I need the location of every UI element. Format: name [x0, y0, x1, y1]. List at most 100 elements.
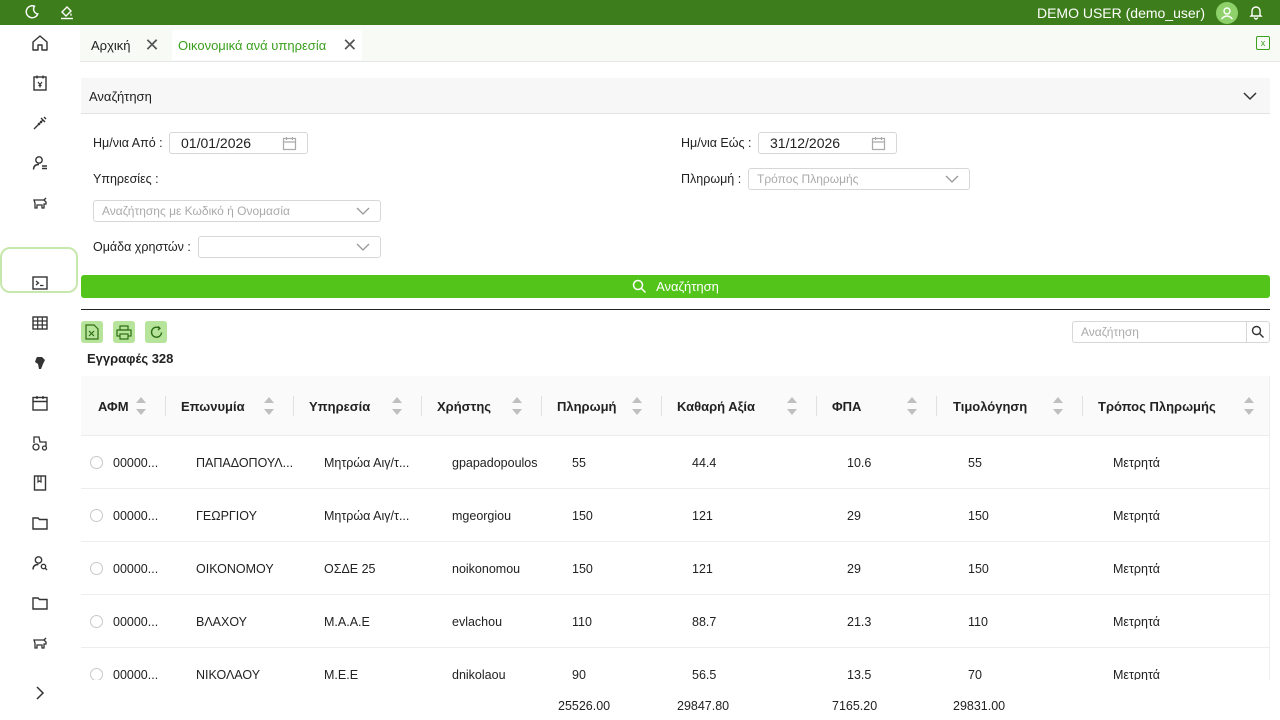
- paint-bucket-icon[interactable]: [58, 3, 76, 21]
- sidebar-item-users[interactable]: [0, 143, 80, 183]
- sidebar-item-folder[interactable]: [0, 503, 80, 543]
- sidebar-item-livestock-2[interactable]: [0, 623, 80, 663]
- chevron-down-icon[interactable]: [1242, 88, 1258, 107]
- grid-search-input[interactable]: [1073, 322, 1246, 342]
- sort-icon[interactable]: [906, 394, 918, 418]
- sidebar-expand-button[interactable]: [0, 673, 80, 713]
- refresh-button[interactable]: [145, 321, 167, 343]
- divider: [81, 309, 1270, 310]
- table-row[interactable]: 00000... ΝΙΚΟΛΑΟΥ Μ.Ε.Ε dnikolaou 90 56.…: [81, 648, 1269, 681]
- usergroup-select[interactable]: [198, 236, 381, 258]
- chevron-down-icon[interactable]: [356, 204, 370, 221]
- row-select-radio[interactable]: [90, 615, 103, 628]
- payment-select[interactable]: Τρόπος Πληρωμής: [748, 168, 970, 190]
- excel-icon[interactable]: x: [1256, 36, 1270, 50]
- cell-afm: 00000...: [113, 508, 159, 523]
- tab-home[interactable]: Αρχική ✕: [86, 30, 170, 60]
- row-select-radio[interactable]: [90, 509, 103, 522]
- sort-icon[interactable]: [511, 394, 523, 418]
- date-to-field[interactable]: 31/12/2026: [758, 132, 897, 154]
- row-select-radio[interactable]: [90, 562, 103, 575]
- cell-vat: 21.3: [847, 614, 872, 629]
- services-select[interactable]: Αναζήτησης με Κωδικό ή Ονομασία: [93, 200, 381, 222]
- terminal-icon: [32, 276, 48, 290]
- records-count: Εγγραφές 328: [87, 351, 174, 366]
- table-row[interactable]: 00000... ΒΛΑΧΟΥ Μ.Α.Α.Ε evlachou 110 88.…: [81, 595, 1269, 648]
- column-header-afm[interactable]: ΑΦΜ: [98, 376, 129, 436]
- chevron-down-icon[interactable]: [356, 240, 370, 257]
- sidebar-item-machinery[interactable]: [0, 423, 80, 463]
- sort-icon[interactable]: [391, 394, 403, 418]
- cell-service: ΟΣΔΕ 25: [324, 561, 376, 576]
- cell-invoicing: 70: [968, 667, 982, 681]
- export-excel-button[interactable]: [81, 321, 103, 343]
- cell-invoicing: 110: [968, 614, 988, 629]
- table-row[interactable]: 00000... ΟΙΚΟΝΟΜΟΥ ΟΣΔΕ 25 noikonomou 15…: [81, 542, 1269, 595]
- sort-icon[interactable]: [631, 394, 643, 418]
- sidebar-item-tables[interactable]: [0, 303, 80, 343]
- date-from-field[interactable]: 01/01/2026: [169, 132, 308, 154]
- cell-payment-method: Μετρητά: [1113, 614, 1160, 629]
- column-header-payment-method[interactable]: Τρόπος Πληρωμής: [1098, 376, 1216, 436]
- cell-afm: 00000...: [113, 614, 159, 629]
- sort-icon[interactable]: [135, 394, 147, 418]
- sidebar-item-home[interactable]: [0, 23, 80, 63]
- cell-service: Μητρώα Αιγ/τ...: [324, 508, 410, 523]
- cell-payment-method: Μετρητά: [1113, 508, 1160, 523]
- sort-icon[interactable]: [1243, 394, 1255, 418]
- sidebar-item-console[interactable]: [0, 263, 80, 303]
- book-icon: [33, 475, 47, 491]
- cell-service: Μητρώα Αιγ/τ...: [324, 455, 410, 470]
- column-header-name[interactable]: Επωνυμία: [181, 376, 245, 436]
- user-name[interactable]: DEMO USER (demo_user): [1037, 5, 1205, 21]
- column-header-payment[interactable]: Πληρωμή: [557, 376, 616, 436]
- print-button[interactable]: [113, 321, 135, 343]
- cell-payment: 55: [572, 455, 586, 470]
- cell-user: noikonomou: [452, 561, 521, 576]
- services-placeholder: Αναζήτησης με Κωδικό ή Ονομασία: [102, 204, 290, 218]
- close-icon[interactable]: ✕: [342, 35, 357, 56]
- close-icon[interactable]: ✕: [145, 35, 160, 56]
- table-row[interactable]: 00000... ΠΑΠΑΔΟΠΟΥΛ... Μητρώα Αιγ/τ... g…: [81, 436, 1269, 489]
- sidebar-item-map[interactable]: [0, 343, 80, 383]
- grid-search-button[interactable]: [1246, 321, 1270, 343]
- payment-label: Πληρωμή :: [681, 172, 742, 186]
- column-header-net-value[interactable]: Καθαρή Αξία: [677, 376, 755, 436]
- sidebar-item-blank[interactable]: [0, 223, 80, 263]
- sort-icon[interactable]: [786, 394, 798, 418]
- column-header-invoicing[interactable]: Τιμολόγηση: [953, 376, 1027, 436]
- tab-finance-by-service[interactable]: Οικονομικά ανά υπηρεσία ✕: [172, 30, 362, 60]
- search-button-label: Αναζήτηση: [656, 279, 719, 294]
- column-header-vat[interactable]: ΦΠΑ: [832, 376, 861, 436]
- cell-vat: 29: [847, 561, 861, 576]
- sidebar-item-user-search[interactable]: [0, 543, 80, 583]
- cell-vat: 10.6: [847, 455, 872, 470]
- calendar-icon[interactable]: [871, 136, 886, 154]
- sort-icon[interactable]: [263, 394, 275, 418]
- column-header-user[interactable]: Χρήστης: [437, 376, 491, 436]
- bell-icon[interactable]: [1247, 3, 1265, 21]
- sidebar-item-vaccines[interactable]: [0, 103, 80, 143]
- search-panel-header[interactable]: Αναζήτηση: [81, 78, 1270, 114]
- chevron-down-icon[interactable]: [945, 172, 959, 189]
- table-row[interactable]: 00000... ΓΕΩΡΓΙΟΥ Μητρώα Αιγ/τ... mgeorg…: [81, 489, 1269, 542]
- cell-name: ΟΙΚΟΝΟΜΟΥ: [196, 561, 274, 576]
- avatar[interactable]: [1216, 2, 1238, 24]
- sidebar-item-folder-2[interactable]: [0, 583, 80, 623]
- sidebar-item-book[interactable]: [0, 463, 80, 503]
- sidebar-item-livestock[interactable]: [0, 183, 80, 223]
- cell-user: evlachou: [452, 614, 503, 629]
- moon-icon[interactable]: [23, 3, 41, 21]
- cell-afm: 00000...: [113, 455, 159, 470]
- sidebar-item-invoices[interactable]: [0, 63, 80, 103]
- cell-payment-method: Μετρητά: [1113, 667, 1160, 681]
- row-select-radio[interactable]: [90, 456, 103, 469]
- sidebar-item-calendar[interactable]: [0, 383, 80, 423]
- calendar-icon[interactable]: [282, 136, 297, 154]
- cell-invoicing: 150: [968, 561, 989, 576]
- cell-net-value: 121: [692, 508, 713, 523]
- sort-icon[interactable]: [1052, 394, 1064, 418]
- column-header-service[interactable]: Υπηρεσία: [309, 376, 370, 436]
- row-select-radio[interactable]: [90, 668, 103, 680]
- search-button[interactable]: Αναζήτηση: [81, 275, 1270, 298]
